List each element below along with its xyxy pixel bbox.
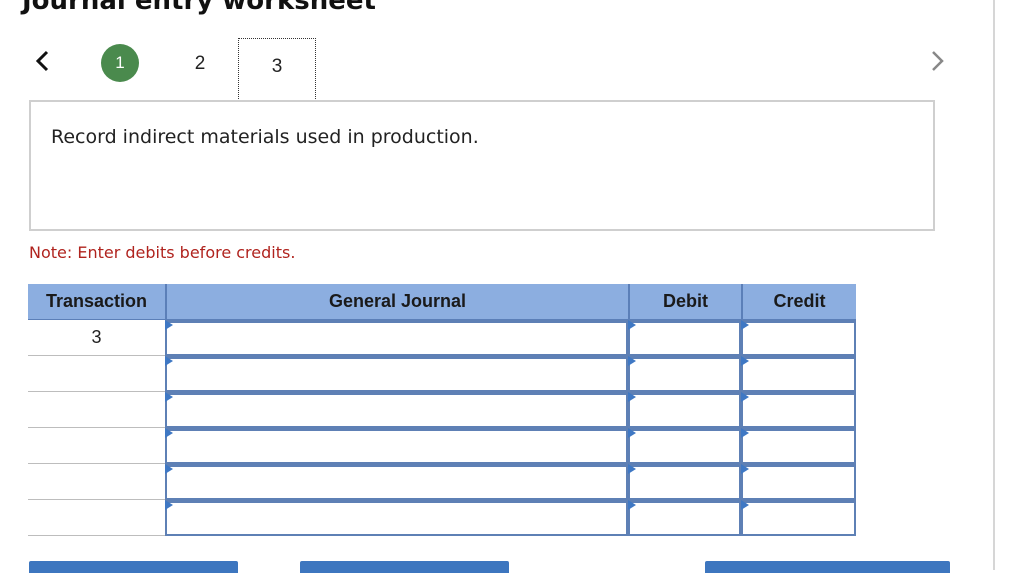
- credit-input[interactable]: [741, 428, 856, 464]
- transaction-cell: [28, 464, 165, 500]
- table-row: [28, 464, 856, 500]
- step-2-button[interactable]: 2: [188, 51, 212, 77]
- credit-input[interactable]: [741, 320, 856, 356]
- dropdown-marker-icon: [165, 464, 173, 474]
- action-button-1[interactable]: [29, 561, 238, 573]
- action-button-3[interactable]: [705, 561, 950, 573]
- account-input[interactable]: [165, 392, 628, 428]
- journal-table: Transaction General Journal Debit Credit…: [28, 284, 856, 536]
- dropdown-marker-icon: [628, 500, 636, 510]
- dropdown-marker-icon: [165, 392, 173, 402]
- debit-input[interactable]: [628, 500, 741, 536]
- prev-button[interactable]: [32, 47, 54, 75]
- action-button-2[interactable]: [300, 561, 509, 573]
- table-row: 3: [28, 320, 856, 356]
- account-input[interactable]: [165, 356, 628, 392]
- account-input[interactable]: [165, 464, 628, 500]
- dropdown-marker-icon: [741, 320, 749, 330]
- debit-input[interactable]: [628, 464, 741, 500]
- debit-input[interactable]: [628, 356, 741, 392]
- chevron-left-icon: [35, 50, 49, 72]
- dropdown-marker-icon: [628, 428, 636, 438]
- credit-input[interactable]: [741, 392, 856, 428]
- dropdown-marker-icon: [628, 356, 636, 366]
- step-1-button[interactable]: 1: [101, 44, 139, 82]
- dropdown-marker-icon: [741, 356, 749, 366]
- account-input[interactable]: [165, 500, 628, 536]
- dropdown-marker-icon: [741, 500, 749, 510]
- credit-input[interactable]: [741, 500, 856, 536]
- dropdown-marker-icon: [741, 392, 749, 402]
- header-transaction: Transaction: [28, 284, 165, 321]
- header-credit: Credit: [741, 284, 856, 321]
- transaction-cell: 3: [28, 320, 165, 356]
- next-button[interactable]: [926, 47, 948, 75]
- dropdown-marker-icon: [165, 320, 173, 330]
- table-row: [28, 392, 856, 428]
- table-row: [28, 500, 856, 536]
- account-input[interactable]: [165, 320, 628, 356]
- dropdown-marker-icon: [628, 320, 636, 330]
- dropdown-marker-icon: [741, 428, 749, 438]
- transaction-cell: [28, 500, 165, 536]
- dropdown-marker-icon: [165, 356, 173, 366]
- dropdown-marker-icon: [165, 500, 173, 510]
- debit-input[interactable]: [628, 320, 741, 356]
- instruction-text: Record indirect materials used in produc…: [51, 126, 479, 148]
- credit-input[interactable]: [741, 356, 856, 392]
- table-row: [28, 428, 856, 464]
- note-text: Note: Enter debits before credits.: [29, 243, 296, 262]
- chevron-right-icon: [932, 51, 944, 71]
- page-right-border: [993, 0, 995, 570]
- instruction-box: Record indirect materials used in produc…: [29, 100, 935, 231]
- credit-input[interactable]: [741, 464, 856, 500]
- table-row: [28, 356, 856, 392]
- transaction-cell: [28, 356, 165, 392]
- header-debit: Debit: [628, 284, 741, 321]
- transaction-cell: [28, 428, 165, 464]
- dropdown-marker-icon: [628, 464, 636, 474]
- dropdown-marker-icon: [165, 428, 173, 438]
- debit-input[interactable]: [628, 428, 741, 464]
- dropdown-marker-icon: [628, 392, 636, 402]
- page-title: Journal entry worksheet: [22, 0, 376, 16]
- account-input[interactable]: [165, 428, 628, 464]
- step-3-button[interactable]: 3: [238, 38, 316, 101]
- debit-input[interactable]: [628, 392, 741, 428]
- header-general-journal: General Journal: [165, 284, 628, 321]
- transaction-cell: [28, 392, 165, 428]
- dropdown-marker-icon: [741, 464, 749, 474]
